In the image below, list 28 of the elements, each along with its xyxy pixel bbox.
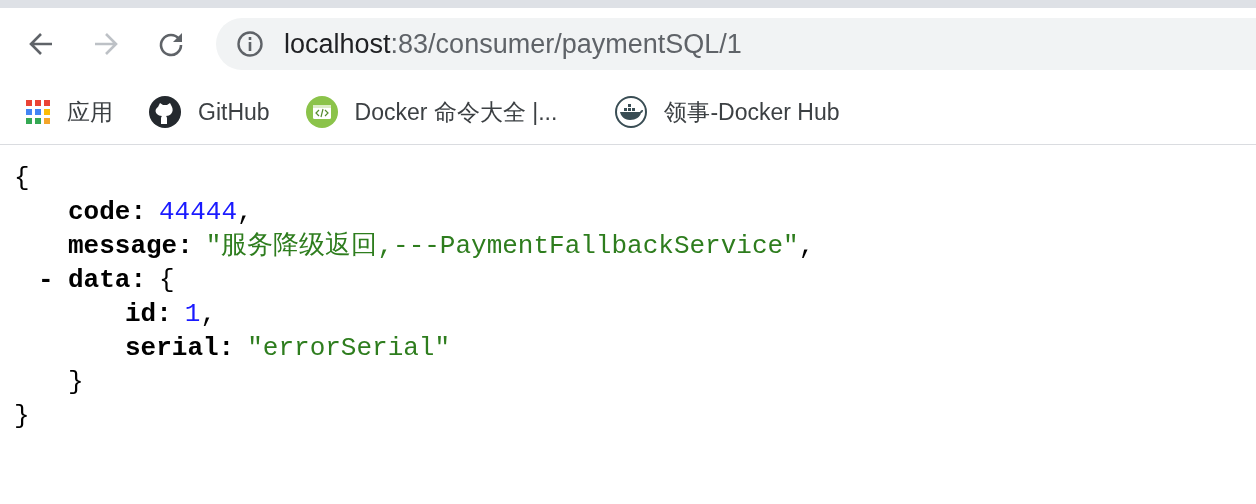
brace: } [14, 400, 30, 433]
brace: } [68, 366, 84, 399]
json-value: "errorSerial" [247, 332, 451, 365]
whale-icon [615, 96, 648, 128]
brace: { [14, 162, 30, 195]
json-key: id: [125, 297, 172, 331]
json-value: "服务降级返回,---PaymentFallbackService" [205, 230, 799, 263]
bookmark[interactable]: 应用 [26, 96, 113, 128]
comma: , [798, 230, 815, 263]
comma: , [237, 196, 253, 229]
code-window-icon [305, 96, 338, 128]
json-key: code: [68, 195, 146, 229]
github-cat-icon [149, 96, 181, 128]
bookmark[interactable]: GitHub [149, 96, 270, 128]
json-value: 1 [184, 298, 201, 331]
url-text: localhost:83/consumer/paymentSQL/1 [284, 28, 742, 60]
info-icon[interactable] [236, 30, 264, 58]
json-key: serial: [125, 331, 235, 365]
comma: , [200, 298, 217, 331]
json-value: 44444 [159, 196, 238, 229]
address-bar[interactable]: localhost:83/consumer/paymentSQL/1 [216, 18, 1256, 70]
json-key: message: [68, 229, 193, 263]
json-key: data: [68, 263, 146, 297]
collapse-toggle[interactable]: - [38, 263, 68, 297]
brace: { [159, 264, 175, 297]
apps-grid-icon [26, 100, 50, 124]
bookmark[interactable]: Docker 命令大全 |... [305, 96, 558, 128]
bookmark[interactable]: 领事-Docker Hub [615, 96, 840, 128]
